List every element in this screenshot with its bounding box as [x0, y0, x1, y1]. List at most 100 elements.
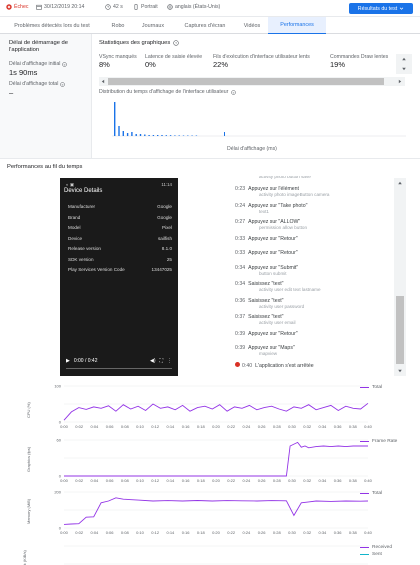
- distribution-bar: [161, 135, 163, 136]
- device-detail-row: Play Services Version Code 13447025: [68, 267, 172, 278]
- x-tick-label: 0:08: [121, 478, 130, 483]
- video-time: 0:00 / 0:42: [73, 358, 98, 364]
- fullscreen-icon[interactable]: ⛶: [159, 358, 163, 364]
- log-entry[interactable]: 0:24 Appuyez sur "Take photo" text1: [235, 203, 390, 214]
- x-tick-label: 0:12: [151, 530, 160, 535]
- log-entry[interactable]: 0:33 Appuyez sur "Retour": [235, 250, 390, 256]
- date-info: 30/12/2019 20:14: [36, 4, 84, 10]
- series-line: [64, 441, 368, 477]
- orientation-text: Portrait: [141, 4, 158, 10]
- status-badge: Échec: [6, 4, 28, 10]
- more-icon[interactable]: ⋮: [167, 358, 172, 364]
- tab-performance[interactable]: Performances: [268, 17, 326, 34]
- tab-logs-label: Journaux: [141, 22, 165, 29]
- x-tick-label: 0:32: [303, 478, 312, 483]
- test-results-button[interactable]: Résultats du test: [349, 3, 413, 14]
- help-icon[interactable]: ?: [60, 81, 66, 87]
- stat-value: 8%: [99, 60, 110, 69]
- log-entry[interactable]: 0:40 L'application s'est arrêtée: [235, 361, 390, 369]
- x-tick-label: 0:24: [243, 530, 252, 535]
- series-line: [63, 497, 369, 525]
- x-tick-label: 0:04: [91, 478, 100, 483]
- log-entry[interactable]: 0:37 Saisissez "text" activity user email: [235, 314, 390, 325]
- video-progress[interactable]: [66, 368, 172, 369]
- tab-issues[interactable]: Problèmes détectés lors du test: [0, 17, 104, 34]
- log-entry[interactable]: 0:39 Appuyez sur "Maps" mapview: [235, 345, 390, 356]
- help-icon[interactable]: ?: [173, 40, 179, 46]
- legend-swatch: [360, 546, 369, 549]
- crash-icon: [235, 361, 240, 367]
- log-scroll-thumb[interactable]: [396, 296, 404, 364]
- x-tick-label: 0:02: [75, 424, 84, 429]
- log-entry[interactable]: 0:39 Appuyez sur "Retour": [235, 331, 390, 337]
- distribution-bar: [122, 131, 124, 136]
- log-entry[interactable]: 0:34 Saisissez "text" activity user edit t…: [235, 281, 390, 292]
- log-scrollbar[interactable]: [394, 178, 406, 376]
- x-tick-label: 0:36: [334, 424, 343, 429]
- chevron-down-icon[interactable]: [400, 66, 408, 72]
- device-detail-value: Pixel: [162, 225, 172, 230]
- chevron-up-icon[interactable]: [396, 180, 404, 186]
- x-tick-label: 0:20: [212, 424, 221, 429]
- stats-scroll-buttons: [396, 54, 412, 74]
- stat-value: 22%: [213, 60, 229, 69]
- x-tick-label: 0:00: [60, 424, 69, 429]
- x-tick-label: 0:26: [258, 424, 267, 429]
- tab-robo[interactable]: Robo: [104, 17, 132, 34]
- device-detail-value: 8.1.0: [161, 246, 172, 251]
- play-icon[interactable]: ▶: [66, 358, 70, 364]
- chevron-up-icon[interactable]: [400, 56, 408, 62]
- date-text: 30/12/2019 20:14: [44, 4, 85, 10]
- x-tick-label: 0:18: [197, 530, 206, 535]
- performance-title: Performances au fil du temps: [7, 164, 83, 170]
- log-text: Appuyez sur "Retour": [248, 235, 298, 242]
- log-detail: activity user email: [259, 320, 296, 325]
- log-entry[interactable]: 0:23 Appuyez sur l'élément activity photo …: [235, 186, 390, 197]
- log-detail: activity user edit text lastname: [259, 287, 321, 292]
- tab-videos[interactable]: Vidéos: [236, 17, 268, 34]
- chevron-right-icon[interactable]: [397, 78, 403, 85]
- video-player[interactable]: ◐ ▣ 11:14 Device Details Manufacturer Goo…: [60, 178, 178, 376]
- x-tick-label: 0:08: [121, 424, 130, 429]
- total-display-label-text: Délai d'affichage total: [9, 81, 59, 87]
- x-tick-label: 0:28: [273, 530, 282, 535]
- chart-legend-item: Total: [360, 385, 382, 390]
- legend-label: Received: [372, 545, 392, 550]
- help-icon[interactable]: ?: [231, 89, 237, 95]
- initial-display-value: 1s 90ms: [9, 68, 38, 77]
- tab-screenshots[interactable]: Captures d'écran: [174, 17, 236, 34]
- x-tick-label: 0:26: [258, 478, 267, 483]
- x-tick-label: 0:14: [167, 478, 176, 483]
- chevron-down-icon[interactable]: [396, 368, 404, 374]
- help-icon[interactable]: ?: [62, 61, 68, 67]
- log-entry[interactable]: 0:33 Appuyez sur "Retour": [235, 236, 390, 242]
- stat-missed-vsync: VSync manqués 8%: [99, 54, 151, 69]
- distribution-bar: [131, 132, 133, 136]
- log-time: 0:24: [235, 202, 246, 209]
- initial-display-label: Délai d'affichage initial ?: [9, 61, 68, 67]
- x-tick-label: 0:32: [303, 424, 312, 429]
- tab-logs[interactable]: Journaux: [132, 17, 174, 34]
- log-time: 0:39: [235, 330, 246, 337]
- log-entry[interactable]: 0:34 Appuyez sur "Submit" button submit: [235, 265, 390, 276]
- x-tick-label: 0:30: [288, 478, 297, 483]
- distribution-bar: [165, 135, 167, 136]
- video-controls: ▶ 0:00 / 0:42 ◀) ⛶ ⋮: [66, 358, 172, 364]
- device-detail-value: sailfish: [157, 235, 172, 241]
- volume-icon[interactable]: ◀): [150, 358, 156, 364]
- log-entry[interactable]: 0:27 Appuyez sur "ALLOW" permission allow …: [235, 219, 390, 230]
- x-tick-label: 0:02: [75, 530, 84, 535]
- chart-legend-item: Received: [360, 545, 392, 550]
- total-display-value: –: [9, 88, 14, 97]
- locale-info: anglais (États-Unis): [167, 4, 220, 10]
- distribution-bar: [144, 134, 146, 136]
- scroll-thumb[interactable]: [108, 78, 384, 85]
- log-entry[interactable]: activity photo button save: [235, 176, 390, 179]
- divider: [0, 158, 420, 159]
- log-entry[interactable]: 0:36 Saisissez "text" activity user passwo…: [235, 298, 390, 309]
- chart-legend-item: Total: [360, 491, 382, 496]
- chevron-left-icon[interactable]: [100, 78, 106, 85]
- distribution-bar: [187, 135, 189, 136]
- horizontal-scrollbar[interactable]: [99, 77, 405, 86]
- log-time: 0:33: [235, 250, 246, 256]
